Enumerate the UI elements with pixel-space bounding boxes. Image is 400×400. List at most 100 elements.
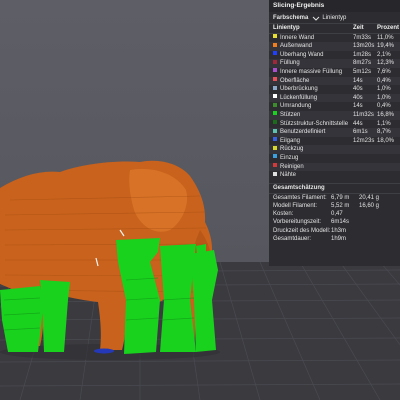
percent-cell <box>377 154 400 163</box>
percent-cell: 18,0% <box>377 137 395 144</box>
color-scheme-value: Linientyp <box>322 14 347 21</box>
line-type-cell: Innere massive Füllung <box>269 68 353 77</box>
percent-cell <box>377 171 400 180</box>
table-row[interactable]: Außenwand 13m20s 19,4% <box>269 42 400 51</box>
table-row[interactable]: Rückzug <box>269 145 400 154</box>
table-row[interactable]: Füllung 8m27s 12,3% <box>269 59 400 68</box>
time-cell <box>353 145 377 154</box>
estimate-value: 6m14s <box>331 219 350 226</box>
color-swatch <box>273 162 277 167</box>
table-row[interactable]: Innere Wand 7m33s 11,0% <box>269 33 400 42</box>
estimate-row: Druckzeit des Modell: 1h3m <box>269 227 400 235</box>
line-type-cell: Füllung <box>269 59 353 68</box>
line-type-label: Eilgang <box>280 137 301 144</box>
estimate-value: 1h9m <box>331 235 347 242</box>
time-cell: 6m1s <box>353 128 377 137</box>
line-type-label: Füllung <box>280 60 300 67</box>
time-cell: 40s <box>353 93 377 103</box>
color-scheme-row: Farbschema Linientyp <box>269 12 400 24</box>
table-row[interactable]: Einzug <box>269 154 400 163</box>
line-type-label: Nähte <box>280 172 297 179</box>
estimate-label: Gesamtdauer: <box>273 235 312 242</box>
color-swatch <box>273 59 277 64</box>
color-scheme-label: Farbschema <box>273 14 309 21</box>
percent-cell: 1,0% <box>377 93 400 103</box>
estimate-weight <box>359 218 400 226</box>
table-row[interactable]: Überbrückung 40s 1,0% <box>269 85 400 94</box>
line-type-label: Lückenfüllung <box>280 94 318 101</box>
estimate-row: Gesamtdauer: 1h9m <box>269 235 400 243</box>
line-type-label: Rückzug <box>280 146 304 153</box>
percent-cell <box>377 145 400 154</box>
percent-cell: 12,3% <box>377 59 400 68</box>
time-cell <box>353 171 377 180</box>
estimate-weight <box>359 235 400 243</box>
table-row[interactable]: Umrandung 14s 0,4% <box>269 102 400 111</box>
estimate-weight <box>359 210 400 218</box>
column-header: Zeit <box>353 24 377 34</box>
table-row[interactable]: Reinigen <box>269 162 400 172</box>
color-swatch <box>273 111 277 116</box>
line-type-label: Reinigen <box>280 163 304 170</box>
color-swatch <box>273 102 277 107</box>
table-row[interactable]: Nähte <box>269 171 400 180</box>
color-swatch <box>273 154 277 159</box>
line-type-cell: Lückenfüllung <box>269 93 353 103</box>
table-row[interactable]: Oberfläche 14s 0,4% <box>269 76 400 86</box>
column-header: Prozent <box>377 24 400 34</box>
column-header: Linientyp <box>269 24 353 34</box>
time-cell: 44s <box>353 120 363 127</box>
color-swatch <box>273 42 277 47</box>
estimate-value: 0,47 <box>331 211 343 218</box>
estimate-section-title: Gesamtschätzung <box>269 182 400 194</box>
percent-cell: 16,8% <box>377 110 400 120</box>
time-cell: 8m27s <box>353 59 377 68</box>
estimate-row: Vorbereitungszeit: 6m14s <box>269 218 400 226</box>
table-row[interactable]: Eilgang 12m23s 18,0% <box>269 137 400 146</box>
estimate-weight: 16,60 g <box>359 202 380 209</box>
percent-cell: 2,1% <box>377 51 391 58</box>
color-swatch <box>273 119 277 124</box>
time-cell: 11m32s <box>353 110 377 120</box>
time-cell: 7m33s <box>353 34 372 41</box>
estimate-weight: 20,41 g <box>359 194 380 201</box>
color-swatch <box>273 128 277 133</box>
percent-cell: 19,4% <box>377 42 400 51</box>
line-type-cell: Stützen <box>269 110 353 120</box>
table-row[interactable]: Innere massive Füllung 5m12s 7,6% <box>269 68 400 77</box>
color-swatch <box>273 76 277 81</box>
percent-cell: 1,1% <box>377 120 391 127</box>
line-type-table: Linientyp Zeit Prozent Innere Wand 7m33s 1… <box>269 24 400 180</box>
table-row[interactable]: Überhang Wand 1m28s 2,1% <box>269 51 400 60</box>
color-scheme-dropdown[interactable]: Linientyp <box>312 14 346 22</box>
estimate-label: Druckzeit des Modell: <box>273 227 331 234</box>
line-type-label: Innere massive Füllung <box>280 68 343 75</box>
estimate-value: 5,52 m <box>331 202 350 209</box>
line-type-label: Umrandung <box>280 103 312 110</box>
line-type-label: Überhang Wand <box>280 51 324 58</box>
line-type-label: Einzug <box>280 154 299 161</box>
color-swatch <box>273 145 277 150</box>
table-header: Linientyp Zeit Prozent <box>269 24 400 34</box>
time-cell: 1m28s <box>353 51 372 58</box>
table-row[interactable]: Stützstruktur-Schnittstelle 44s 1,1% <box>269 119 400 129</box>
table-row[interactable]: Stützen 11m32s 16,8% <box>269 110 400 120</box>
color-swatch <box>273 171 277 176</box>
table-row[interactable]: Lückenfüllung 40s 1,0% <box>269 93 400 103</box>
estimate-value: 1h3m <box>331 227 347 234</box>
estimate-label: Vorbereitungszeit: <box>273 219 322 226</box>
line-type-cell: Einzug <box>269 154 353 163</box>
line-type-cell: Überbrückung <box>269 85 353 94</box>
line-type-cell: Nähte <box>269 171 353 180</box>
table-row[interactable]: Benutzerdefiniert 6m1s 8,7% <box>269 128 400 137</box>
slicing-result-panel: Slicing-Ergebnis Farbschema Linientyp Li… <box>269 0 400 266</box>
color-swatch <box>273 51 277 56</box>
time-cell: 12m23s <box>353 137 375 144</box>
percent-cell: 11,0% <box>377 34 394 41</box>
color-swatch <box>273 68 277 73</box>
estimate-label: Gesamtes Filament: <box>273 194 327 201</box>
line-type-label: Innere Wand <box>280 34 315 41</box>
estimate-weight <box>359 227 400 235</box>
line-type-label: Benutzerdefiniert <box>280 129 326 136</box>
line-type-cell: Reinigen <box>269 162 353 172</box>
